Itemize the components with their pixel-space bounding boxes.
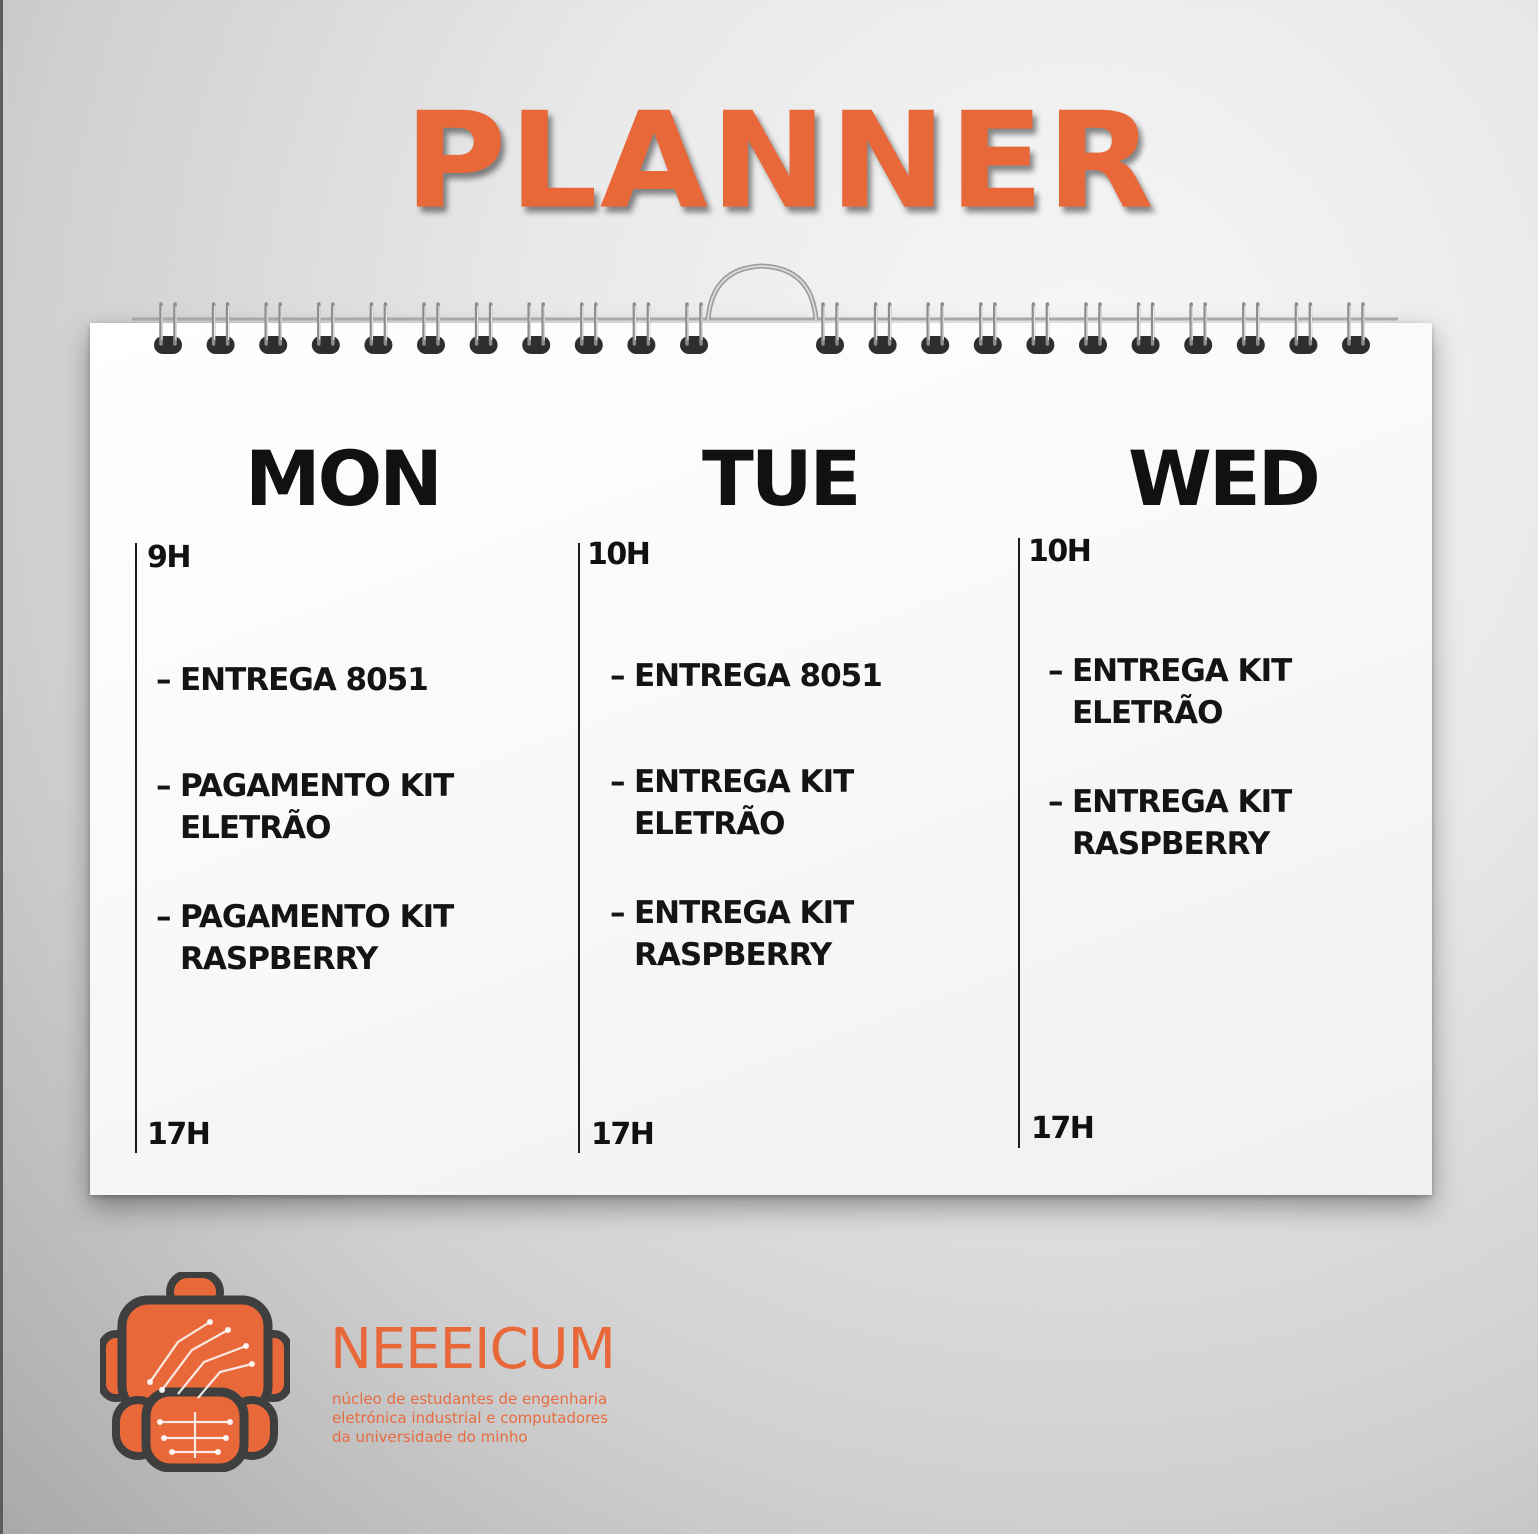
end-time: 17H bbox=[591, 1117, 655, 1152]
task-line-2: RASPBERRY bbox=[180, 941, 378, 977]
task-item: – ENTREGA 8051 bbox=[610, 655, 883, 697]
task-line-2: RASPBERRY bbox=[634, 937, 832, 973]
dash-marker: – bbox=[156, 899, 172, 935]
dash-marker: – bbox=[1048, 653, 1064, 689]
timeline-line bbox=[135, 543, 137, 1153]
left-frame-edge bbox=[0, 0, 3, 1534]
calendar-sheet: MON 9H – ENTREGA 8051 – PAGAMENTO KIT ELET… bbox=[90, 323, 1432, 1195]
robot-logo-icon bbox=[100, 1272, 290, 1472]
day-column-tue: TUE 10H – ENTREGA 8051 – ENTREGA KIT ELETR… bbox=[530, 323, 970, 1195]
task-line-2: RASPBERRY bbox=[1072, 826, 1270, 862]
task-line-1: PAGAMENTO KIT bbox=[180, 768, 454, 804]
task-item: – ENTREGA 8051 bbox=[156, 659, 429, 701]
dash-marker: – bbox=[1048, 784, 1064, 820]
task-item: – ENTREGA KIT RASPBERRY bbox=[610, 892, 854, 976]
timeline-line bbox=[1018, 538, 1020, 1148]
start-time: 9H bbox=[147, 540, 191, 575]
brand-name: NEEEICUM bbox=[330, 1317, 616, 1382]
dash-marker: – bbox=[610, 764, 626, 800]
start-time: 10H bbox=[587, 537, 651, 572]
task-line-1: ENTREGA KIT bbox=[634, 764, 854, 800]
end-time: 17H bbox=[1031, 1111, 1095, 1146]
task-item: – ENTREGA KIT ELETRÃO bbox=[610, 761, 854, 845]
task-line-2: ELETRÃO bbox=[634, 806, 785, 842]
task-line-2: ELETRÃO bbox=[1072, 695, 1223, 731]
task-item: – PAGAMENTO KIT RASPBERRY bbox=[156, 896, 454, 980]
task-item: – ENTREGA KIT RASPBERRY bbox=[1048, 781, 1292, 865]
day-heading: TUE bbox=[702, 434, 861, 523]
task-line-2: ELETRÃO bbox=[180, 810, 331, 846]
task-item: – PAGAMENTO KIT ELETRÃO bbox=[156, 765, 454, 849]
day-heading: MON bbox=[245, 434, 443, 523]
dash-marker: – bbox=[610, 895, 626, 931]
day-column-wed: WED 10H – ENTREGA KIT ELETRÃO – ENTREGA KI… bbox=[970, 323, 1430, 1195]
day-column-mon: MON 9H – ENTREGA 8051 – PAGAMENTO KIT ELET… bbox=[90, 323, 530, 1195]
timeline-line bbox=[578, 543, 580, 1153]
brand-subtitle-line: núcleo de estudantes de engenharia bbox=[332, 1390, 608, 1408]
dash-marker: – bbox=[156, 662, 172, 698]
day-heading: WED bbox=[1128, 434, 1321, 523]
task-line-1: ENTREGA KIT bbox=[634, 895, 854, 931]
dash-marker: – bbox=[610, 658, 626, 694]
task-line-1: PAGAMENTO KIT bbox=[180, 899, 454, 935]
brand-subtitle-line: da universidade do minho bbox=[332, 1428, 528, 1446]
brand-subtitle-line: eletrónica industrial e computadores bbox=[332, 1409, 608, 1427]
task-line-1: ENTREGA 8051 bbox=[180, 662, 429, 698]
task-line-1: ENTREGA 8051 bbox=[634, 658, 883, 694]
task-line-1: ENTREGA KIT bbox=[1072, 784, 1292, 820]
task-line-1: ENTREGA KIT bbox=[1072, 653, 1292, 689]
dash-marker: – bbox=[156, 768, 172, 804]
page-title: PLANNER bbox=[404, 84, 1156, 239]
start-time: 10H bbox=[1028, 534, 1092, 569]
end-time: 17H bbox=[147, 1117, 211, 1152]
task-item: – ENTREGA KIT ELETRÃO bbox=[1048, 650, 1292, 734]
